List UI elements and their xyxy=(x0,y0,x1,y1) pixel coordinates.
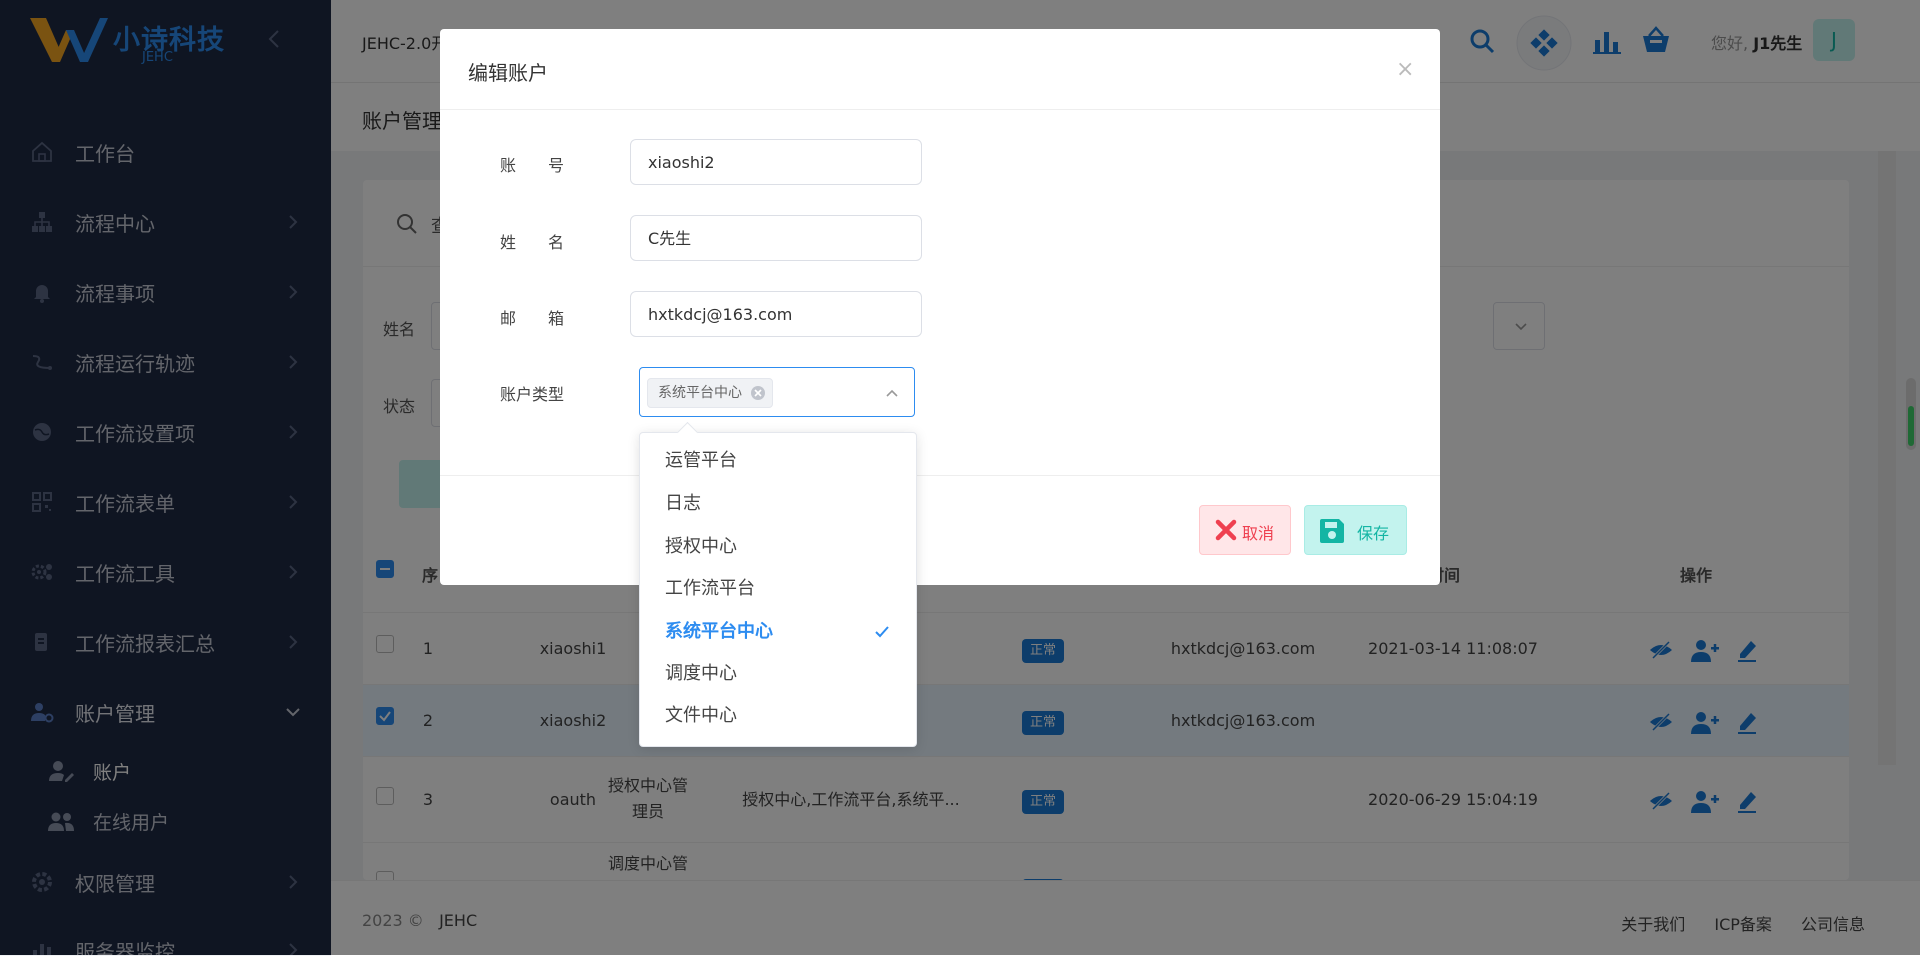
option-label: 系统平台中心 xyxy=(665,621,773,642)
email-input[interactable]: hxtkdcj@163.com xyxy=(630,291,922,337)
save-button-label: 保存 xyxy=(1357,524,1390,543)
option-ops-platform[interactable]: 运管平台 xyxy=(640,440,916,482)
option-system-platform-center[interactable]: 系统平台中心 xyxy=(640,611,916,653)
tag-remove-icon[interactable] xyxy=(750,385,766,401)
account-type-label: 账户类型 xyxy=(500,385,565,404)
name-input[interactable]: C先生 xyxy=(630,215,922,261)
account-input[interactable]: xiaoshi2 xyxy=(630,139,922,185)
divider xyxy=(440,109,1440,110)
account-type-select[interactable]: 系统平台中心 xyxy=(639,367,915,417)
edit-account-modal: 编辑账户 × 账 号 xiaoshi2 姓 名 C先生 邮 箱 hxtkdcj@… xyxy=(440,29,1440,585)
option-file-center[interactable]: 文件中心 xyxy=(640,695,916,737)
close-icon[interactable]: × xyxy=(1396,57,1414,82)
name-label: 姓 名 xyxy=(500,233,565,252)
save-button[interactable]: 保存 xyxy=(1304,505,1407,555)
cancel-button-label: 取消 xyxy=(1242,524,1275,543)
selected-tag-label: 系统平台中心 xyxy=(658,385,742,401)
floppy-disk-icon xyxy=(1320,519,1344,543)
option-auth-center[interactable]: 授权中心 xyxy=(640,526,916,568)
divider xyxy=(440,475,1440,476)
account-type-dropdown: 运管平台 日志 授权中心 工作流平台 系统平台中心 调度中心 文件中心 xyxy=(639,421,917,747)
option-scheduler-center[interactable]: 调度中心 xyxy=(640,653,916,695)
option-log[interactable]: 日志 xyxy=(640,483,916,525)
option-workflow-platform[interactable]: 工作流平台 xyxy=(640,568,916,610)
email-label: 邮 箱 xyxy=(500,309,565,328)
check-icon xyxy=(875,626,889,638)
selected-tag: 系统平台中心 xyxy=(647,378,773,408)
close-icon xyxy=(1215,519,1237,541)
modal-title: 编辑账户 xyxy=(468,61,548,85)
cancel-button[interactable]: 取消 xyxy=(1199,505,1291,555)
account-label: 账 号 xyxy=(500,156,565,175)
chevron-up-icon xyxy=(886,389,898,397)
